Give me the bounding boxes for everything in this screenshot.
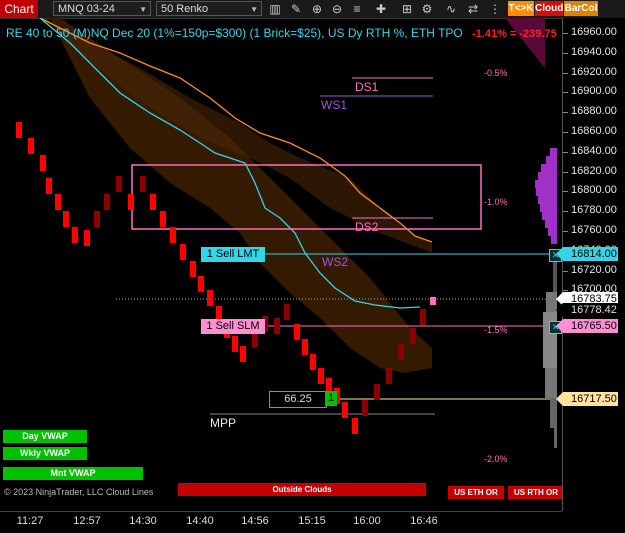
price-tick-mark: [563, 270, 568, 272]
price-tick-mark: [563, 151, 568, 153]
time-tick-label: 14:56: [241, 515, 269, 527]
zoom-out-icon[interactable]: ⊖: [328, 1, 346, 17]
chevron-down-icon: ▼: [139, 5, 147, 14]
time-tick-label: 14:30: [129, 515, 157, 527]
price-tick-label: 16760.00: [571, 224, 617, 236]
bid-price-label: 16778.42: [556, 303, 618, 317]
position-quantity[interactable]: 1: [325, 391, 337, 406]
ds2-label: DS2: [355, 220, 379, 234]
price-tick-label: 16860.00: [571, 125, 617, 137]
instrument-selector[interactable]: MNQ 03-24 ▼: [53, 1, 151, 16]
crosshair-icon[interactable]: ✚: [372, 1, 390, 17]
pencil-icon[interactable]: ✎: [287, 1, 305, 17]
time-tick-label: 15:15: [298, 515, 326, 527]
price-tick-mark: [563, 112, 568, 114]
pin-icon[interactable]: ⋮: [486, 1, 504, 17]
time-axis[interactable]: 11:27 12:57 14:30 14:40 14:56 15:15 16:00 16:46: [0, 511, 562, 533]
outside-clouds-button[interactable]: Outside Clouds: [178, 483, 426, 496]
price-tick-label: 16880.00: [571, 105, 617, 118]
data-box-icon[interactable]: ⊞: [398, 1, 416, 17]
tk-button[interactable]: T<>K: [508, 1, 534, 16]
pct-level-label: -2.0%: [484, 454, 508, 464]
us-rth-or-button[interactable]: US RTH OR: [508, 486, 562, 499]
barcol-button[interactable]: BarCol: [564, 1, 598, 16]
wkly-vwap-button[interactable]: Wkly VWAP: [3, 447, 87, 460]
sell-slm-order[interactable]: 1 Sell SLM: [201, 319, 265, 334]
zoom-in-icon[interactable]: ⊕: [308, 1, 326, 17]
price-tick-mark: [563, 191, 568, 193]
day-vwap-button[interactable]: Day VWAP: [3, 430, 87, 443]
cloud-button[interactable]: Cloud: [535, 1, 563, 16]
position-pnl[interactable]: 66.25: [269, 391, 327, 408]
chart-toolbar: Chart MNQ 03-24 ▼ 50 Renko ▼ ▥ ✎ ⊕ ⊖ ≡ ✚…: [0, 0, 625, 19]
ws2-label: WS2: [322, 255, 349, 269]
price-tick-label: 16720.00: [571, 263, 617, 276]
strategies-icon[interactable]: ⚙: [418, 1, 436, 17]
bar-type-selector[interactable]: 50 Renko ▼: [156, 1, 262, 16]
chart-style-icon[interactable]: ▥: [266, 1, 284, 17]
price-tick-mark: [563, 231, 568, 232]
time-tick-label: 11:27: [16, 515, 44, 527]
price-tick-mark: [563, 92, 568, 94]
mnt-vwap-button[interactable]: Mnt VWAP: [3, 467, 143, 480]
time-tick-label: 16:46: [410, 515, 438, 527]
copyright-text: © 2023 NinjaTrader, LLC Cloud Lines: [4, 487, 154, 497]
price-tick-mark: [563, 171, 568, 173]
chevron-down-icon: ▼: [250, 5, 258, 14]
bar-type-value: 50 Renko: [161, 3, 209, 15]
time-tick-label: 14:40: [186, 515, 214, 527]
sell-lmt-order[interactable]: 1 Sell LMT: [201, 247, 265, 262]
price-tick-label: 16780.00: [571, 204, 617, 217]
price-tick-label: 16940.00: [571, 45, 617, 58]
time-tick-label: 12:57: [73, 515, 101, 527]
price-axis[interactable]: 16960.00 16940.00 16920.00 16900.00 16880.00…: [556, 18, 625, 511]
price-tick-mark: [563, 72, 568, 74]
price-tick-mark: [563, 211, 568, 213]
time-tick-label: 16:00: [353, 515, 381, 527]
price-tick-label: 16900.00: [571, 85, 617, 98]
instrument-value: MNQ 03-24: [58, 3, 115, 15]
indicators-icon[interactable]: ∿: [442, 1, 460, 17]
price-chart-panel[interactable]: RE 40 to 50 (M)NQ Dec 20 (1%=150p=$300) …: [0, 18, 562, 511]
us-eth-or-button[interactable]: US ETH OR: [448, 486, 504, 499]
price-tick-label: 16840.00: [571, 144, 617, 157]
price-tick-label: 16800.00: [571, 184, 617, 197]
chart-title: RE 40 to 50 (M)NQ Dec 20 (1%=150p=$300) …: [6, 26, 463, 40]
price-tick-label: 16920.00: [571, 65, 617, 78]
pct-level-label: -0.5%: [484, 68, 508, 78]
tpo-profile: [505, 18, 557, 448]
price-tick-label: 16820.00: [571, 164, 617, 177]
entry-price-label: 16717.50: [556, 392, 618, 406]
pct-level-label: -1.0%: [484, 197, 508, 207]
sell-slm-price-label: 16765.50: [556, 319, 618, 333]
chart-trader-icon[interactable]: ⇄: [464, 1, 482, 17]
pct-level-label: -1.5%: [484, 325, 508, 335]
day-change: -1.41% = -239.75: [472, 28, 557, 40]
sell-lmt-price-label: 16814.00: [556, 247, 618, 261]
chart-tab[interactable]: Chart: [0, 0, 38, 18]
properties-icon[interactable]: ≡: [348, 1, 366, 17]
price-tick-mark: [563, 33, 568, 34]
price-tick-mark: [563, 132, 568, 133]
ds1-label: DS1: [355, 80, 379, 94]
ws1-label: WS1: [321, 98, 348, 112]
price-tick-mark: [563, 52, 568, 54]
mpp-label: MPP: [210, 416, 237, 430]
price-tick-label: 16960.00: [571, 26, 617, 38]
